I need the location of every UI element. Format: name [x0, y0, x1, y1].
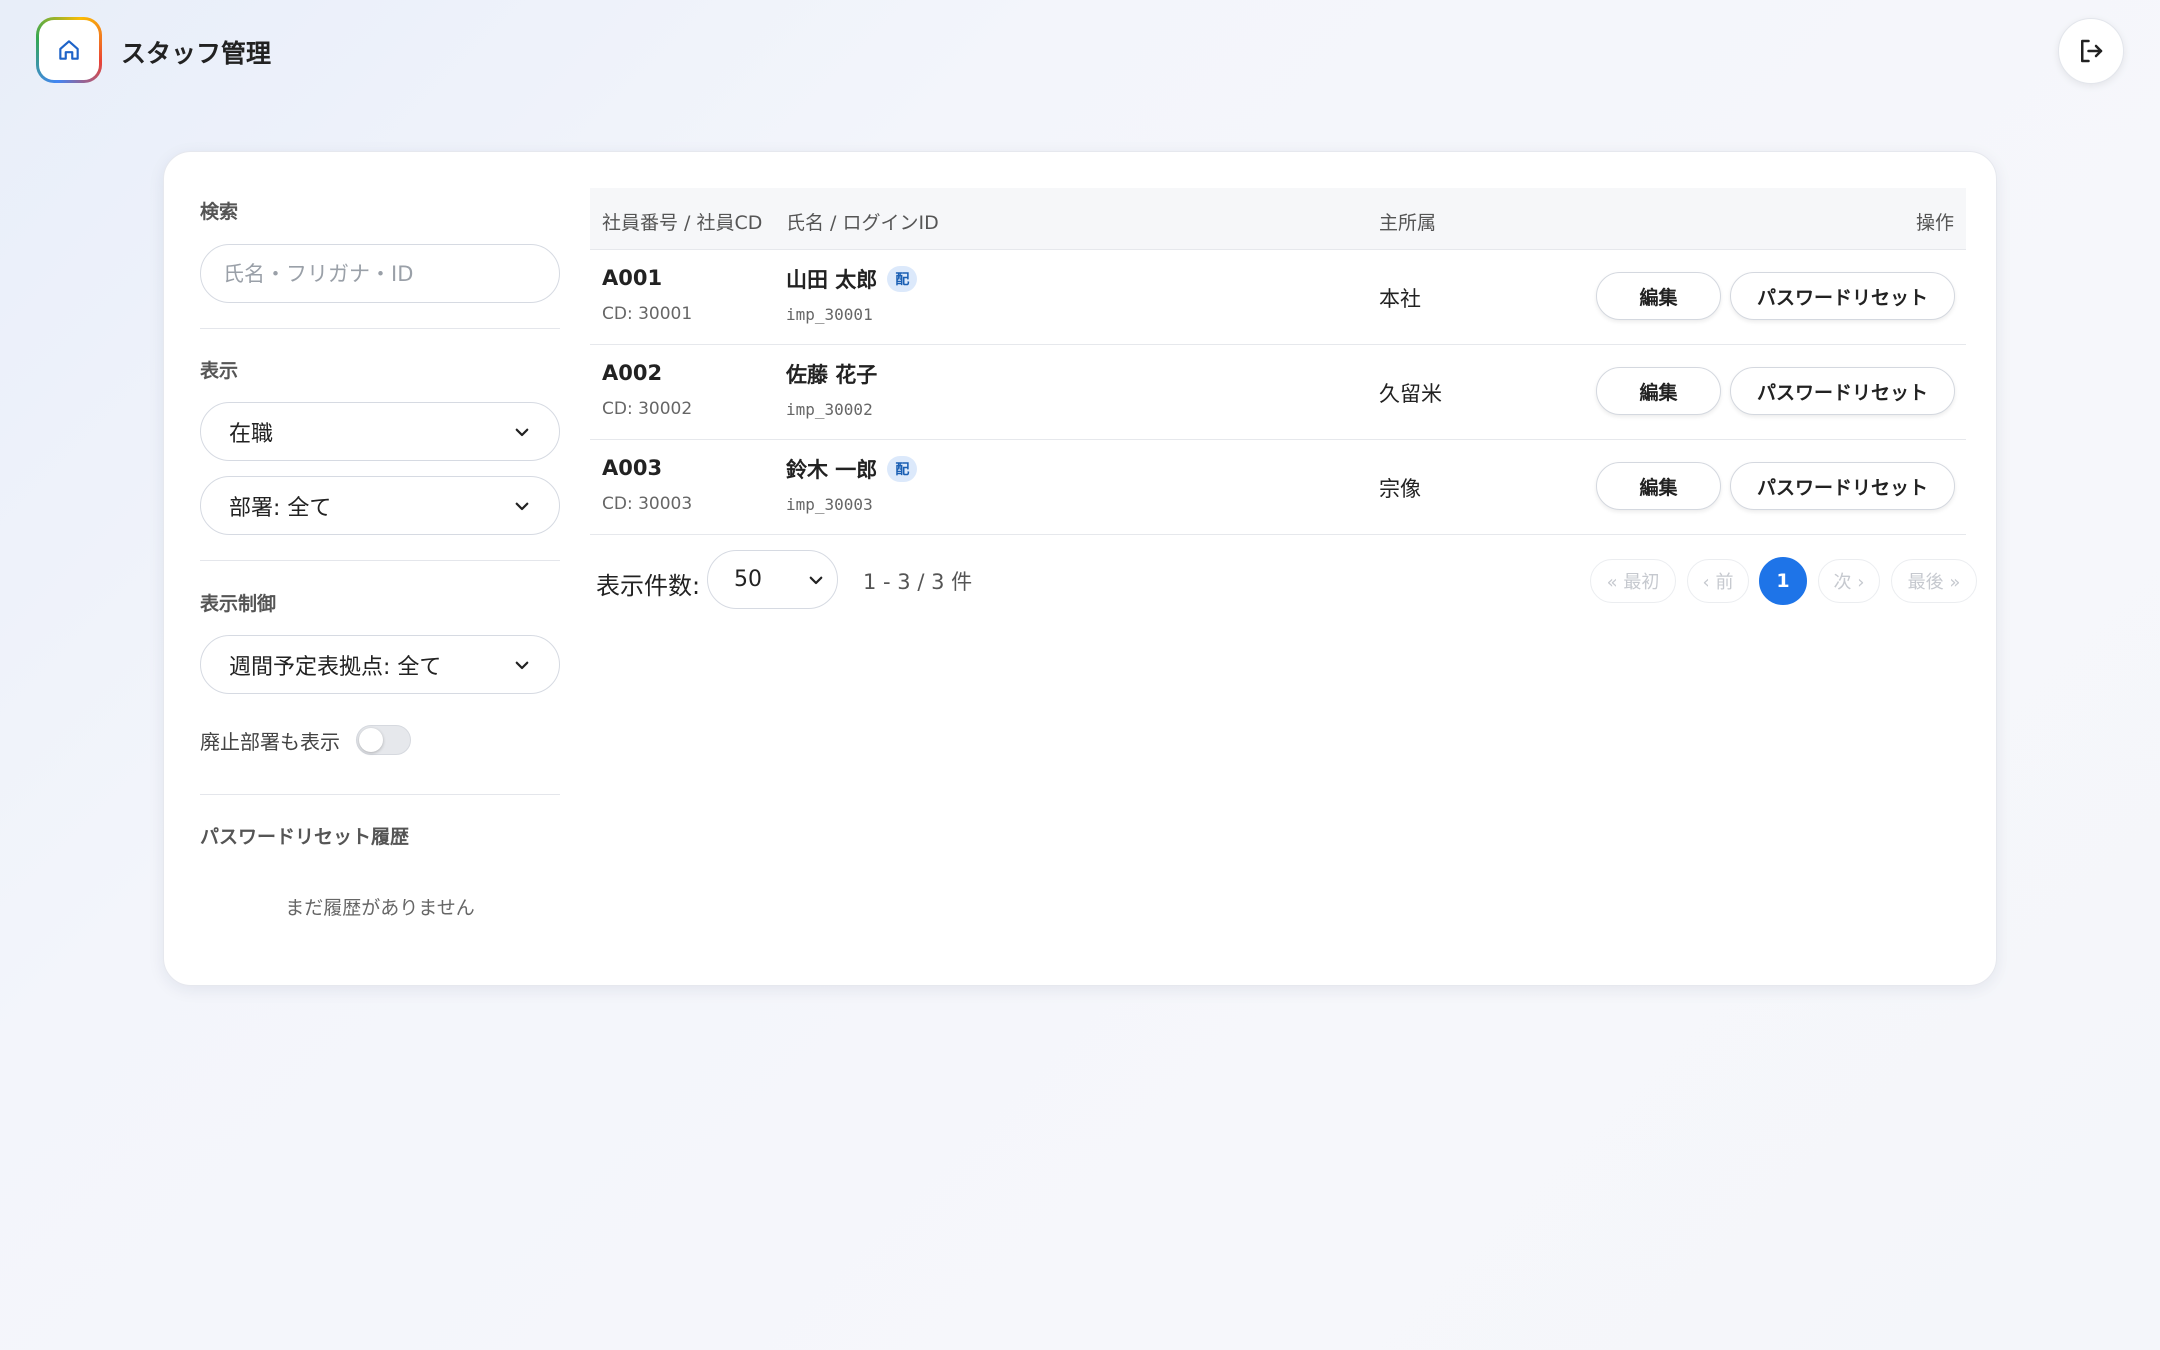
divider [200, 794, 560, 795]
per-page-label: 表示件数: [596, 572, 701, 600]
login-id: imp_30001 [786, 305, 873, 324]
header-name: 氏名 / ログインID [786, 212, 939, 234]
show-abolished-row: 廃止部署も表示 [200, 725, 411, 755]
status-select[interactable]: 在職 [200, 402, 560, 461]
department-select[interactable]: 部署: 全て [200, 476, 560, 535]
logout-button[interactable] [2058, 18, 2124, 84]
header-operations: 操作 [1915, 212, 1954, 234]
employee-number: A003 [602, 456, 663, 480]
table-header: 社員番号 / 社員CD 氏名 / ログインID 主所属 操作 [590, 188, 1966, 250]
per-page-value: 50 [734, 567, 762, 592]
display-label: 表示 [200, 360, 239, 382]
home-icon [59, 40, 79, 60]
page-next-button[interactable]: 次 › [1818, 559, 1880, 603]
password-reset-button[interactable]: パスワードリセット [1730, 272, 1955, 320]
page-first-button[interactable]: « 最初 [1590, 559, 1676, 603]
page-last-button[interactable]: 最後 » [1891, 559, 1977, 603]
employee-name: 山田 太郎 配 [786, 264, 918, 294]
login-id: imp_30003 [786, 495, 873, 514]
page-title: スタッフ管理 [121, 39, 272, 68]
header-employee-id: 社員番号 / 社員CD [602, 212, 763, 234]
employee-name-text: 山田 太郎 [786, 268, 878, 292]
employee-name-text: 鈴木 一郎 [786, 458, 878, 482]
display-control-label: 表示制御 [200, 593, 277, 615]
edit-button[interactable]: 編集 [1596, 462, 1721, 510]
password-history-empty: まだ履歴がありません [285, 897, 475, 919]
divider [200, 328, 560, 329]
password-history-label: パスワードリセット履歴 [200, 826, 410, 848]
department-select-value: 部署: 全て [229, 495, 332, 521]
primary-department: 本社 [1379, 287, 1421, 311]
login-id: imp_30002 [786, 400, 873, 419]
pagination: 表示件数: 50 1 - 3 / 3 件 « 最初 ‹ 前 1 次 › 最後 » [590, 535, 1977, 625]
divider [200, 560, 560, 561]
edit-button[interactable]: 編集 [1596, 367, 1721, 415]
password-reset-button[interactable]: パスワードリセット [1730, 462, 1955, 510]
logout-icon [2081, 39, 2103, 63]
table-row: A001 CD: 30001 山田 太郎 配 imp_30001 本社 編集 パ… [590, 250, 1966, 345]
employee-number: A002 [602, 361, 663, 385]
chevron-down-icon [809, 576, 823, 584]
password-reset-button[interactable]: パスワードリセット [1730, 367, 1955, 415]
status-badge: 配 [887, 456, 918, 482]
employee-cd: CD: 30002 [602, 399, 693, 419]
primary-department: 宗像 [1379, 477, 1421, 501]
search-label: 検索 [200, 201, 239, 223]
chevron-down-icon [515, 661, 529, 669]
edit-button[interactable]: 編集 [1596, 272, 1721, 320]
page-prev-button[interactable]: ‹ 前 [1687, 559, 1749, 603]
table-row: A003 CD: 30003 鈴木 一郎 配 imp_30003 宗像 編集 パ… [590, 440, 1966, 535]
status-select-value: 在職 [229, 421, 274, 447]
page-current-button[interactable]: 1 [1759, 557, 1807, 605]
staff-table: 社員番号 / 社員CD 氏名 / ログインID 主所属 操作 A001 CD: … [590, 188, 1977, 625]
show-abolished-label: 廃止部署も表示 [200, 729, 340, 754]
header-department: 主所属 [1379, 212, 1437, 234]
weekly-base-select[interactable]: 週間予定表拠点: 全て [200, 635, 560, 694]
weekly-base-select-value: 週間予定表拠点: 全て [229, 654, 442, 680]
primary-department: 久留米 [1379, 382, 1442, 406]
show-abolished-toggle[interactable] [356, 725, 411, 755]
chevron-down-icon [515, 428, 529, 436]
employee-number: A001 [602, 266, 663, 290]
app-logo[interactable] [36, 17, 102, 83]
employee-name-text: 佐藤 花子 [786, 363, 878, 387]
employee-name: 佐藤 花子 [786, 359, 877, 389]
chevron-down-icon [515, 502, 529, 510]
status-badge: 配 [887, 266, 918, 292]
toggle-knob [359, 728, 383, 752]
employee-name: 鈴木 一郎 配 [786, 454, 918, 484]
range-text: 1 - 3 / 3 件 [863, 570, 973, 594]
table-row: A002 CD: 30002 佐藤 花子 imp_30002 久留米 編集 パス… [590, 345, 1966, 440]
main-card: 検索 表示 在職 部署: 全て 表示制御 週間予定表拠点: 全て 廃止部署も表示… [163, 151, 1997, 986]
per-page-select[interactable]: 50 [707, 550, 838, 609]
employee-cd: CD: 30003 [602, 494, 693, 514]
search-input[interactable] [200, 244, 560, 303]
employee-cd: CD: 30001 [602, 304, 693, 324]
